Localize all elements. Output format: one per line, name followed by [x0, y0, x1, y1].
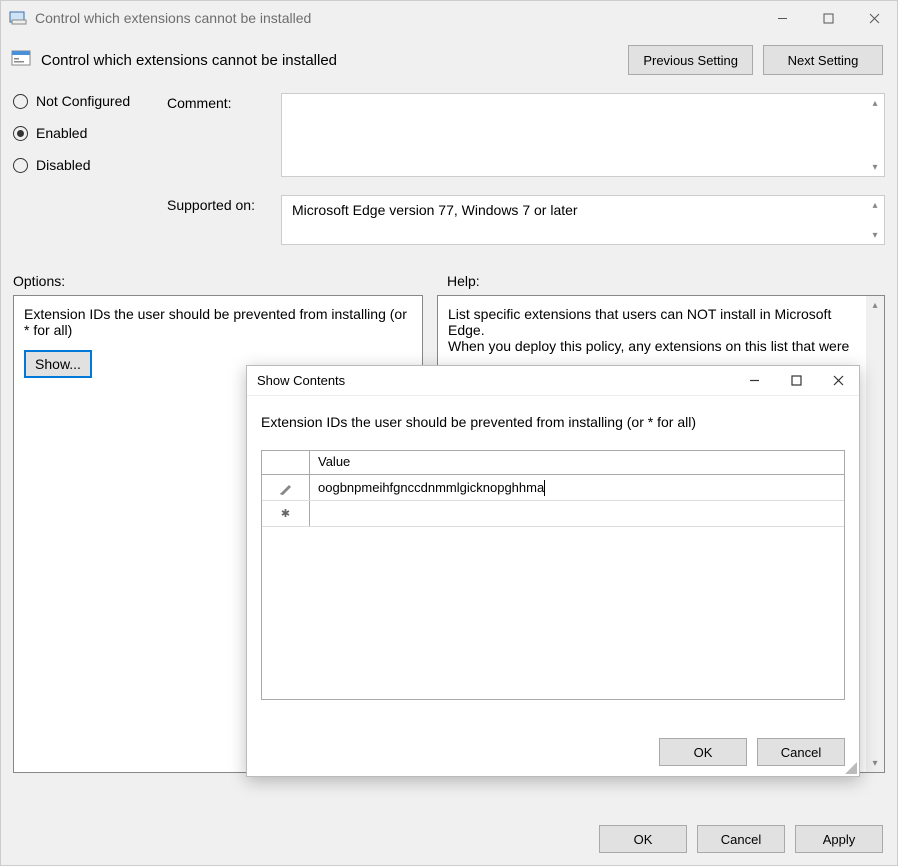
grid-row[interactable]: oogbnpmeihfgnccdnmmlgicknopghhma [262, 475, 844, 501]
show-button[interactable]: Show... [24, 350, 92, 378]
grid-header: Value [262, 451, 844, 475]
supported-text: Microsoft Edge version 77, Windows 7 or … [281, 195, 885, 245]
dialog-ok-button[interactable]: OK [659, 738, 747, 766]
resize-grip[interactable] [843, 760, 857, 774]
radio-icon [13, 94, 28, 109]
ok-button[interactable]: OK [599, 825, 687, 853]
comment-label: Comment: [167, 93, 277, 177]
dialog-maximize-button[interactable] [775, 367, 817, 395]
help-scrollbar[interactable]: ▴ ▾ [866, 296, 884, 772]
radio-enabled[interactable]: Enabled [13, 125, 163, 141]
options-text: Extension IDs the user should be prevent… [24, 306, 412, 338]
text-caret [544, 480, 545, 496]
dialog-body: Extension IDs the user should be prevent… [247, 396, 859, 728]
scroll-up-icon[interactable]: ▴ [868, 96, 882, 110]
show-contents-dialog: Show Contents Extension IDs the user sho… [246, 365, 860, 777]
dialog-title: Show Contents [257, 373, 733, 388]
radio-label: Disabled [36, 157, 90, 173]
radio-icon [13, 158, 28, 173]
dialog-controls [733, 367, 859, 395]
dialog-cancel-button[interactable]: Cancel [757, 738, 845, 766]
previous-setting-button[interactable]: Previous Setting [628, 45, 753, 75]
help-line: List specific extensions that users can … [448, 306, 864, 338]
dialog-close-button[interactable] [817, 367, 859, 395]
close-button[interactable] [851, 3, 897, 33]
values-grid[interactable]: Value oogbnpmeihfgnccdnmmlgicknopghhma ✱ [261, 450, 845, 700]
value-cell[interactable]: oogbnpmeihfgnccdnmmlgicknopghhma [310, 475, 844, 500]
grid-row[interactable]: ✱ [262, 501, 844, 527]
state-radio-group: Not Configured Enabled Disabled [13, 93, 163, 189]
value-cell[interactable] [310, 501, 844, 526]
options-label: Options: [13, 273, 433, 289]
cancel-button[interactable]: Cancel [697, 825, 785, 853]
edit-row-icon [262, 475, 310, 500]
header-row: Control which extensions cannot be insta… [1, 35, 897, 93]
next-setting-button[interactable]: Next Setting [763, 45, 883, 75]
supported-row: Supported on: Microsoft Edge version 77,… [1, 189, 897, 245]
radio-label: Not Configured [36, 93, 130, 109]
value-text: oogbnpmeihfgnccdnmmlgicknopghhma [318, 480, 544, 495]
minimize-button[interactable] [759, 3, 805, 33]
scroll-up-icon[interactable]: ▴ [868, 198, 882, 212]
dialog-minimize-button[interactable] [733, 367, 775, 395]
supported-value: Microsoft Edge version 77, Windows 7 or … [292, 202, 578, 218]
help-line: When you deploy this policy, any extensi… [448, 338, 864, 354]
scroll-down-icon[interactable]: ▾ [868, 228, 882, 242]
window-title: Control which extensions cannot be insta… [35, 10, 759, 26]
scroll-up-icon[interactable]: ▴ [866, 296, 884, 314]
scroll-down-icon[interactable]: ▾ [866, 754, 884, 772]
dialog-titlebar: Show Contents [247, 366, 859, 396]
titlebar: Control which extensions cannot be insta… [1, 1, 897, 35]
radio-label: Enabled [36, 125, 87, 141]
policy-icon [11, 49, 31, 72]
footer-buttons: OK Cancel Apply [599, 825, 883, 853]
new-row-icon: ✱ [262, 501, 310, 526]
comment-textarea[interactable]: ▴ ▾ [281, 93, 885, 177]
apply-button[interactable]: Apply [795, 825, 883, 853]
policy-editor-window: Control which extensions cannot be insta… [0, 0, 898, 866]
supported-label: Supported on: [167, 195, 277, 213]
value-column-header: Value [310, 451, 844, 474]
radio-icon [13, 126, 28, 141]
window-controls [759, 3, 897, 33]
radio-not-configured[interactable]: Not Configured [13, 93, 163, 109]
maximize-button[interactable] [805, 3, 851, 33]
help-label: Help: [433, 273, 885, 289]
radio-disabled[interactable]: Disabled [13, 157, 163, 173]
config-area: Not Configured Enabled Disabled Comment:… [1, 93, 897, 189]
window-icon [9, 9, 27, 27]
page-title: Control which extensions cannot be insta… [41, 52, 618, 69]
dialog-footer: OK Cancel [247, 728, 859, 776]
row-header-cell [262, 451, 310, 474]
scroll-down-icon[interactable]: ▾ [868, 160, 882, 174]
dialog-label: Extension IDs the user should be prevent… [261, 414, 845, 430]
section-labels: Options: Help: [1, 245, 897, 295]
